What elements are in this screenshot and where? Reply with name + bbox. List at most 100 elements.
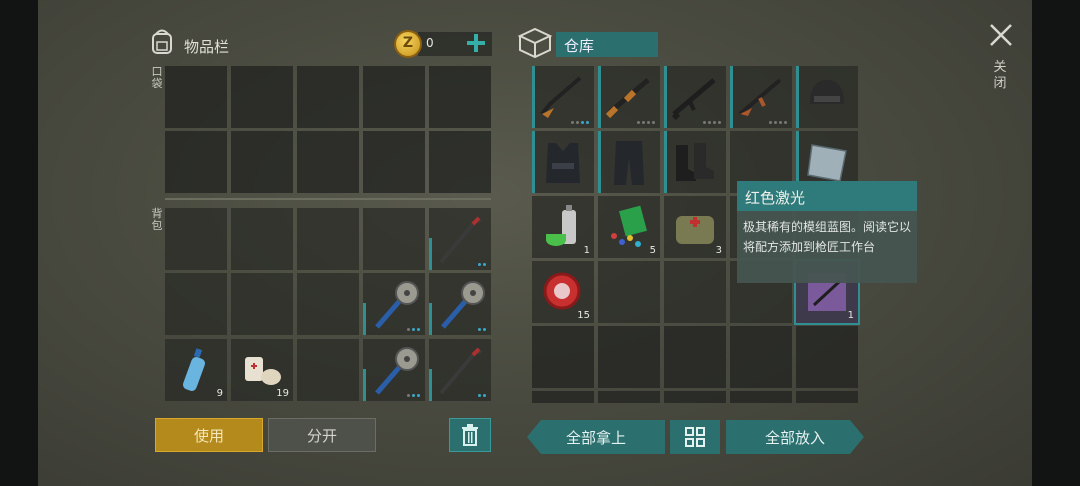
durability-dots — [571, 121, 589, 124]
durability-dots — [407, 328, 420, 331]
gems-icon — [611, 205, 647, 247]
pocket-slot[interactable] — [363, 66, 425, 128]
warehouse-slot[interactable] — [664, 261, 726, 323]
backpack-slot-water[interactable]: 9 — [165, 339, 227, 401]
grid-sort-icon — [685, 427, 705, 447]
backpack-icon — [152, 29, 172, 54]
pocket-slot[interactable] — [297, 131, 359, 193]
backpack-slot[interactable] — [231, 273, 293, 335]
durability-dots — [769, 121, 787, 124]
durability-dots — [637, 121, 655, 124]
pocket-slot[interactable] — [297, 66, 359, 128]
assault-rifle-icon — [671, 78, 716, 121]
durability-dots — [478, 394, 486, 397]
warehouse-slot-helmet[interactable] — [796, 66, 858, 128]
warehouse-slot[interactable] — [796, 391, 858, 403]
warehouse-slot-pump-shotgun[interactable] — [598, 66, 660, 128]
stack-count: 5 — [649, 245, 656, 256]
stack-count: 1 — [583, 245, 590, 256]
backpack-slot-crowbar[interactable] — [429, 339, 491, 401]
item-tooltip: 红色激光 极其稀有的模组蓝图。阅读它以将配方添加到枪匠工作台 — [737, 181, 917, 283]
backpack-slot[interactable] — [297, 273, 359, 335]
saw-club-icon — [375, 347, 419, 395]
warehouse-slot[interactable] — [730, 326, 792, 388]
tactical-vest-icon — [546, 143, 580, 183]
warehouse-slot-gems[interactable]: 5 — [598, 196, 660, 258]
pocket-slot[interactable] — [165, 66, 227, 128]
pocket-slot[interactable] — [231, 131, 293, 193]
durability-dots — [703, 121, 721, 124]
durability-dots — [407, 394, 420, 397]
warehouse-slot[interactable] — [664, 391, 726, 403]
water-bottle-icon — [183, 348, 205, 391]
durability-dots — [478, 328, 486, 331]
warehouse-slot-vest[interactable] — [532, 131, 594, 193]
stack-count: 15 — [577, 310, 590, 321]
pocket-slot[interactable] — [231, 66, 293, 128]
warehouse-title: 仓库 — [556, 32, 658, 57]
spray-paint-icon — [546, 205, 576, 246]
warehouse-slot[interactable] — [532, 391, 594, 403]
right-letterbox — [1032, 0, 1080, 486]
backpack-slot-saw-club[interactable] — [363, 273, 425, 335]
warehouse-slot[interactable] — [598, 261, 660, 323]
backpack-slot-saw-club[interactable] — [363, 339, 425, 401]
crowbar-icon — [439, 216, 483, 264]
saw-club-icon — [441, 281, 485, 329]
warehouse-slot-shotgun[interactable] — [532, 66, 594, 128]
trash-button[interactable] — [449, 418, 491, 452]
backpack-slot[interactable] — [297, 339, 359, 401]
backpack-slot-saw-club[interactable] — [429, 273, 491, 335]
backpack-slot[interactable] — [297, 208, 359, 270]
warehouse-slot[interactable] — [796, 326, 858, 388]
inventory-title: 物品栏 — [184, 38, 230, 56]
warehouse-slot-pants[interactable] — [598, 131, 660, 193]
stack-count: 1 — [847, 310, 854, 321]
warehouse-slot[interactable] — [598, 391, 660, 403]
coin-icon: Z — [394, 30, 422, 58]
tooltip-title: 红色激光 — [737, 181, 917, 211]
tooltip-description: 极其稀有的模组蓝图。阅读它以将配方添加到枪匠工作台 — [743, 220, 912, 254]
warehouse-slot-boots[interactable] — [664, 131, 726, 193]
pocket-slot[interactable] — [429, 66, 491, 128]
warehouse-slot[interactable] — [532, 326, 594, 388]
warehouse-slot[interactable] — [664, 326, 726, 388]
warehouse-slot-spray[interactable]: 1 — [532, 196, 594, 258]
close-icon[interactable] — [988, 22, 1014, 48]
close-label[interactable]: 关闭 — [992, 60, 1008, 92]
pocket-slot[interactable] — [429, 131, 491, 193]
backpack-slot[interactable] — [231, 208, 293, 270]
backpack-slot-bandage[interactable]: 19 — [231, 339, 293, 401]
pocket-divider — [165, 198, 491, 200]
backpack-slot-crowbar[interactable] — [429, 208, 491, 270]
medkit-bag-icon — [676, 216, 714, 244]
warehouse-slot[interactable] — [730, 391, 792, 403]
ak-rifle-icon — [738, 78, 782, 116]
warehouse-slot-ak-rifle[interactable] — [730, 66, 792, 128]
warehouse-slot-medkit[interactable]: 3 — [664, 196, 726, 258]
pocket-slot[interactable] — [363, 131, 425, 193]
pocket-label: 口袋 — [151, 65, 163, 90]
plus-icon[interactable] — [466, 33, 486, 53]
backpack-slot[interactable] — [165, 273, 227, 335]
backpack-label: 背包 — [151, 207, 163, 232]
warehouse-slot-assault-rifle[interactable] — [664, 66, 726, 128]
crate-icon — [517, 27, 553, 59]
coin-count: 0 — [426, 36, 434, 50]
backpack-slot[interactable] — [165, 208, 227, 270]
stack-count: 19 — [276, 388, 289, 399]
backpack-slot[interactable] — [363, 208, 425, 270]
warehouse-slot[interactable] — [598, 326, 660, 388]
use-button[interactable]: 使用 — [155, 418, 263, 452]
helmet-icon — [810, 80, 844, 104]
tactical-pants-icon — [614, 141, 644, 185]
sort-button[interactable] — [670, 420, 720, 454]
take-all-button[interactable]: 全部拿上 — [527, 420, 665, 454]
saw-club-icon — [375, 281, 419, 329]
split-button[interactable]: 分开 — [268, 418, 376, 452]
pocket-slot[interactable] — [165, 131, 227, 193]
crowbar-icon — [439, 347, 483, 395]
put-all-button[interactable]: 全部放入 — [726, 420, 864, 454]
warehouse-slot-bottle-cap[interactable]: 15 — [532, 261, 594, 323]
durability-dots — [478, 263, 486, 266]
